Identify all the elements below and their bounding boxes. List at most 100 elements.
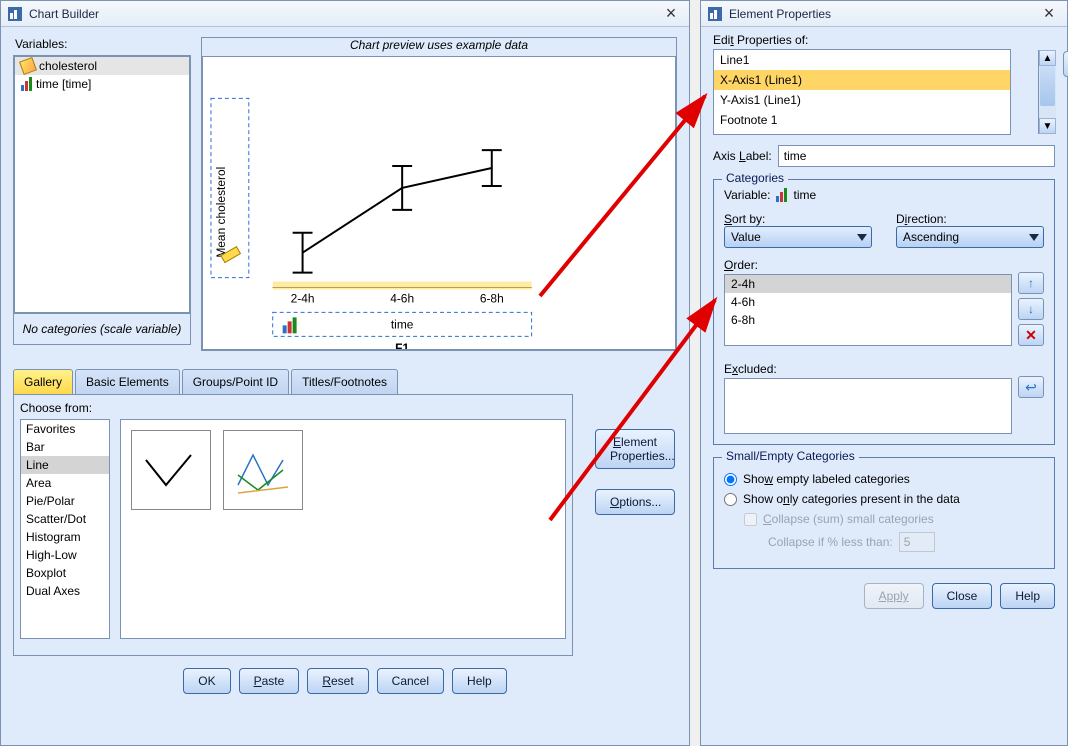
variable-label: cholesterol: [39, 59, 97, 73]
move-up-button[interactable]: ↑: [1018, 272, 1044, 294]
tab-strip: Gallery Basic Elements Groups/Point ID T…: [13, 369, 677, 394]
show-only-label: Show only categories present in the data: [743, 492, 960, 506]
chevron-down-icon: [1029, 230, 1039, 244]
collapse-sum-label: Collapse (sum) small categories: [763, 512, 934, 526]
variables-list[interactable]: cholesterol time [time]: [14, 56, 190, 313]
tab-titles-footnotes[interactable]: Titles/Footnotes: [291, 369, 398, 394]
variable-time[interactable]: time [time]: [15, 75, 189, 93]
app-icon: [7, 6, 23, 22]
tab-groups-point-id[interactable]: Groups/Point ID: [182, 369, 289, 394]
apply-button: Apply: [864, 583, 924, 609]
order-item[interactable]: 4-6h: [725, 293, 1011, 311]
item-y-axis1[interactable]: Y-Axis1 (Line1): [714, 90, 1010, 110]
categories-legend: Categories: [722, 171, 788, 185]
element-properties-titlebar: Element Properties ×: [701, 1, 1067, 27]
tab-gallery[interactable]: Gallery: [13, 369, 73, 394]
help-button[interactable]: Help: [452, 668, 507, 694]
bars-icon: [21, 77, 32, 91]
options-button[interactable]: Options...: [595, 489, 675, 515]
direction-combo[interactable]: Ascending: [896, 226, 1044, 248]
type-histogram[interactable]: Histogram: [21, 528, 109, 546]
chart-type-list[interactable]: Favorites Bar Line Area Pie/Polar Scatte…: [20, 419, 110, 639]
item-x-axis1[interactable]: X-Axis1 (Line1): [714, 70, 1010, 90]
chart-builder-title: Chart Builder: [29, 7, 659, 21]
preview-title: Chart preview uses example data: [202, 38, 676, 56]
gallery-tab-body: Choose from: Favorites Bar Line Area Pie…: [13, 394, 573, 656]
collapse-sum-checkbox: [744, 513, 757, 526]
close-icon[interactable]: ×: [659, 4, 683, 24]
restore-excluded-button[interactable]: ↩: [1018, 376, 1044, 398]
preview-panel: Chart preview uses example data Mean cho…: [201, 37, 677, 351]
paste-button[interactable]: Paste: [239, 668, 300, 694]
type-area[interactable]: Area: [21, 474, 109, 492]
type-favorites[interactable]: Favorites: [21, 420, 109, 438]
show-empty-radio[interactable]: [724, 473, 737, 486]
show-only-radio[interactable]: [724, 493, 737, 506]
type-pie-polar[interactable]: Pie/Polar: [21, 492, 109, 510]
categories-fieldset: Categories Variable: time Sort by: Value…: [713, 179, 1055, 445]
element-properties-title: Element Properties: [729, 7, 1037, 21]
delete-item-button[interactable]: ✕: [1063, 51, 1068, 77]
axis-label-input[interactable]: [778, 145, 1055, 167]
y-axis-label: Mean cholesterol: [214, 167, 228, 258]
collapse-pct-label: Collapse if % less than:: [768, 535, 893, 549]
properties-list-scrollbar[interactable]: ▲ ▼: [1038, 50, 1056, 134]
type-high-low[interactable]: High-Low: [21, 546, 109, 564]
app-icon: [707, 6, 723, 22]
order-item[interactable]: 2-4h: [725, 275, 1011, 293]
chevron-down-icon: [857, 230, 867, 244]
thumb-simple-line[interactable]: [131, 430, 211, 510]
chart-thumbnails: [120, 419, 566, 639]
svg-text:6-8h: 6-8h: [480, 291, 504, 305]
element-properties-window: Element Properties × Edit Properties of:…: [700, 0, 1068, 746]
close-icon[interactable]: ×: [1037, 4, 1061, 24]
type-bar[interactable]: Bar: [21, 438, 109, 456]
small-empty-fieldset: Small/Empty Categories Show empty labele…: [713, 457, 1055, 569]
variable-label: time [time]: [36, 77, 91, 91]
variable-label: Variable:: [724, 188, 770, 202]
element-properties-button[interactable]: ElementProperties...: [595, 429, 675, 469]
type-boxplot[interactable]: Boxplot: [21, 564, 109, 582]
small-empty-legend: Small/Empty Categories: [722, 449, 859, 463]
chart-builder-buttons: OK Paste Reset Cancel Help: [13, 668, 677, 694]
bars-icon: [776, 188, 787, 202]
item-line1[interactable]: Line1: [714, 50, 1010, 70]
close-button[interactable]: Close: [932, 583, 993, 609]
scroll-down-icon[interactable]: ▼: [1039, 118, 1056, 134]
type-line[interactable]: Line: [21, 456, 109, 474]
show-empty-label: Show empty labeled categories: [743, 472, 910, 486]
order-item[interactable]: 6-8h: [725, 311, 1011, 329]
item-footnote1[interactable]: Footnote 1: [714, 110, 1010, 130]
x-axis-label: time: [391, 317, 414, 331]
direction-label: Direction:: [896, 212, 1044, 226]
scroll-up-icon[interactable]: ▲: [1039, 50, 1056, 66]
axis-label-label: Axis Label:: [713, 149, 772, 163]
svg-text:4-6h: 4-6h: [390, 291, 414, 305]
variables-panel: Variables: cholesterol time [time] No ca…: [13, 37, 191, 351]
sort-by-combo[interactable]: Value: [724, 226, 872, 248]
scroll-thumb[interactable]: [1040, 66, 1055, 106]
factor-label: F1: [395, 341, 409, 349]
excluded-list[interactable]: [724, 378, 1012, 434]
properties-of-list[interactable]: Line1 X-Axis1 (Line1) Y-Axis1 (Line1) Fo…: [713, 49, 1011, 135]
variables-label: Variables:: [13, 37, 191, 55]
edit-properties-of-label: Edit Properties of:: [713, 33, 1055, 47]
order-label: Order:: [724, 258, 1044, 272]
move-down-button[interactable]: ↓: [1018, 298, 1044, 320]
help-button[interactable]: Help: [1000, 583, 1055, 609]
type-dual-axes[interactable]: Dual Axes: [21, 582, 109, 600]
no-categories-label: No categories (scale variable): [14, 313, 190, 344]
ok-button[interactable]: OK: [183, 668, 230, 694]
preview-canvas[interactable]: Mean cholesterol 2-4h 4-6h 6-8h: [202, 56, 676, 350]
chart-builder-titlebar: Chart Builder ×: [1, 1, 689, 27]
variable-cholesterol[interactable]: cholesterol: [15, 57, 189, 75]
order-list[interactable]: 2-4h 4-6h 6-8h: [724, 274, 1012, 346]
thumb-multiple-line[interactable]: [223, 430, 303, 510]
reset-button[interactable]: Reset: [307, 668, 368, 694]
tab-basic-elements[interactable]: Basic Elements: [75, 369, 180, 394]
type-scatter-dot[interactable]: Scatter/Dot: [21, 510, 109, 528]
cancel-button[interactable]: Cancel: [377, 668, 444, 694]
remove-order-button[interactable]: ✕: [1018, 324, 1044, 346]
sort-by-label: Sort by:: [724, 212, 872, 226]
ruler-icon: [19, 57, 37, 75]
